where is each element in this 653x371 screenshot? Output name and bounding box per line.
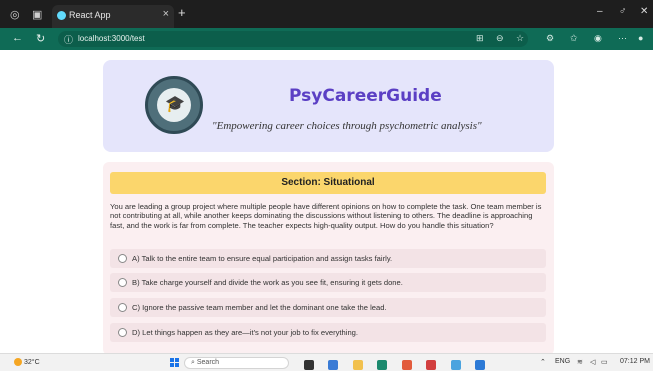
copilot-icon[interactable]: ● — [638, 33, 643, 43]
temperature: 32°C — [24, 358, 40, 366]
copilot-app-icon[interactable] — [328, 360, 339, 370]
weather-widget[interactable]: 32°C — [14, 358, 40, 366]
taskbar-search[interactable]: ⌕ Search — [184, 357, 289, 369]
question-text: You are leading a group project where mu… — [110, 202, 542, 230]
file-explorer-icon[interactable] — [352, 360, 363, 370]
profile-icon[interactable]: ◎ — [10, 8, 20, 21]
store-icon[interactable] — [450, 360, 461, 370]
minimize-button[interactable]: – — [597, 6, 603, 17]
app-icon[interactable] — [426, 360, 437, 370]
tagline: "Empowering career choices through psych… — [212, 120, 482, 132]
graduation-cap-icon: 🎓 — [165, 96, 185, 113]
radio-button[interactable] — [118, 278, 127, 287]
vscode-icon[interactable] — [475, 360, 486, 370]
option-d[interactable]: D) Let things happen as they are—it's no… — [110, 323, 546, 342]
question-card: Section: Situational You are leading a g… — [103, 162, 554, 355]
favorite-star-icon[interactable]: ☆ — [516, 33, 524, 44]
url-text: localhost:3000/test — [78, 34, 145, 43]
react-favicon-icon — [57, 11, 66, 20]
start-button[interactable] — [170, 358, 180, 368]
maximize-button[interactable]: ♂ — [619, 6, 627, 17]
extensions-icon[interactable]: ⚙ — [546, 33, 554, 44]
option-c[interactable]: C) Ignore the passive team member and le… — [110, 298, 546, 317]
option-label: D) Let things happen as they are—it's no… — [132, 328, 359, 337]
pinned-apps — [304, 357, 495, 371]
sun-icon — [14, 358, 22, 366]
refresh-icon[interactable]: ↻ — [36, 32, 45, 45]
logo: 🎓 — [145, 76, 203, 134]
browser-tab-bar: ◎ ▣ React App × + – ♂ ✕ — [0, 0, 653, 28]
edge-browser-icon[interactable] — [377, 360, 388, 370]
option-label: B) Take charge yourself and divide the w… — [132, 278, 403, 287]
radio-button[interactable] — [118, 303, 127, 312]
tab-react-app[interactable]: React App × — [52, 5, 174, 28]
favorites-icon[interactable]: ✩ — [570, 33, 578, 44]
battery-icon[interactable]: ▭ — [601, 358, 608, 366]
close-window-button[interactable]: ✕ — [640, 6, 648, 17]
brave-browser-icon[interactable] — [401, 360, 412, 370]
option-a[interactable]: A) Talk to the entire team to ensure equ… — [110, 249, 546, 268]
option-b[interactable]: B) Take charge yourself and divide the w… — [110, 273, 546, 292]
wifi-icon[interactable]: ≋ — [577, 358, 583, 366]
tray-overflow-icon[interactable]: ⌃ — [540, 358, 546, 366]
address-bar-row: ← ↻ ⓘ localhost:3000/test ⊞ ⊖ ☆ ⚙ ✩ ◉ ⋯ … — [0, 28, 653, 50]
app-available-icon[interactable]: ⊞ — [476, 33, 484, 44]
option-label: C) Ignore the passive team member and le… — [132, 303, 387, 312]
tab-title: React App — [69, 10, 111, 20]
page-content: 🎓 PsyCareerGuide "Empowering career choi… — [0, 50, 653, 355]
task-view-icon[interactable] — [304, 360, 314, 370]
brand-title: PsyCareerGuide — [289, 86, 442, 106]
site-info-icon[interactable]: ⓘ — [64, 33, 73, 46]
menu-icon[interactable]: ⋯ — [618, 33, 627, 44]
search-placeholder: Search — [196, 359, 220, 366]
volume-icon[interactable]: ◁ — [590, 358, 595, 366]
tab-close-icon[interactable]: × — [163, 8, 169, 20]
back-icon[interactable]: ← — [12, 32, 23, 44]
language-indicator[interactable]: ENG — [555, 358, 570, 365]
radio-button[interactable] — [118, 328, 127, 337]
new-tab-button[interactable]: + — [178, 5, 186, 20]
radio-button[interactable] — [118, 254, 127, 263]
app-header: 🎓 PsyCareerGuide "Empowering career choi… — [103, 60, 554, 152]
zoom-icon[interactable]: ⊖ — [496, 33, 504, 44]
clock[interactable]: 07:12 PM — [620, 358, 650, 365]
taskbar: 32°C ⌕ Search ⌃ ENG ≋ ◁ ▭ 07:12 PM — [0, 353, 653, 371]
url-field[interactable]: ⓘ localhost:3000/test — [58, 31, 528, 47]
profile-avatar-icon[interactable]: ◉ — [594, 33, 602, 44]
tab-actions-icon[interactable]: ▣ — [32, 8, 42, 21]
option-label: A) Talk to the entire team to ensure equ… — [132, 254, 393, 263]
section-title: Section: Situational — [110, 172, 546, 194]
